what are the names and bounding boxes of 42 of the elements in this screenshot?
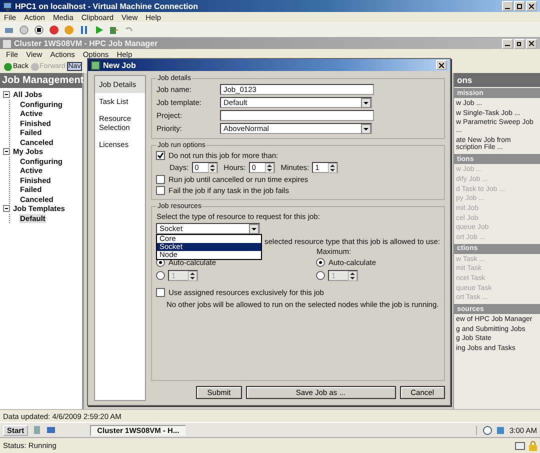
maximize-icon <box>517 4 522 8</box>
lock-icon <box>529 440 537 450</box>
close-button[interactable] <box>436 60 447 70</box>
checkbox[interactable] <box>156 151 166 160</box>
input-field[interactable] <box>220 110 374 121</box>
pane-header: ons <box>454 73 540 87</box>
maximize-button[interactable] <box>514 1 525 11</box>
restore-icon <box>517 41 522 46</box>
close-icon <box>529 41 534 46</box>
checkbox[interactable] <box>156 288 166 297</box>
spin-arrows-icon[interactable] <box>188 270 198 280</box>
radio-button[interactable] <box>316 258 326 267</box>
play-icon[interactable] <box>94 24 104 34</box>
close-icon <box>439 62 444 68</box>
radio-button[interactable] <box>156 271 166 280</box>
close-button[interactable] <box>526 38 537 48</box>
checkbox[interactable] <box>156 175 166 184</box>
collapse-icon[interactable] <box>3 205 10 212</box>
pause-icon[interactable] <box>79 24 89 34</box>
stop-icon[interactable] <box>34 24 44 34</box>
radio-button[interactable] <box>316 271 326 280</box>
spin-arrows-icon[interactable] <box>208 162 217 172</box>
restore-button[interactable] <box>514 38 525 48</box>
spin-arrows-icon[interactable] <box>264 162 274 172</box>
pane-header: Job Management <box>0 73 82 88</box>
window-title: Cluster 1WS08VM - HPC Job Manager <box>14 39 158 48</box>
minimize-button[interactable] <box>502 38 513 48</box>
checkbox[interactable] <box>156 186 166 195</box>
dialog-title: New Job <box>103 60 136 70</box>
caret-icon[interactable] <box>361 98 372 108</box>
spin-arrows-icon[interactable] <box>328 162 338 172</box>
close-button[interactable] <box>526 1 537 11</box>
job-icon <box>91 60 100 70</box>
close-icon <box>529 4 534 8</box>
spin-arrows-icon[interactable] <box>348 270 358 280</box>
minimize-button[interactable] <box>502 1 513 11</box>
caret-icon[interactable] <box>361 124 372 134</box>
caret-icon[interactable] <box>249 224 260 234</box>
clock-icon[interactable] <box>483 426 492 434</box>
collapse-icon[interactable] <box>3 91 10 98</box>
collapse-icon[interactable] <box>3 148 10 156</box>
window-title: HPC1 on localhost - Virtual Machine Connection <box>15 2 198 10</box>
